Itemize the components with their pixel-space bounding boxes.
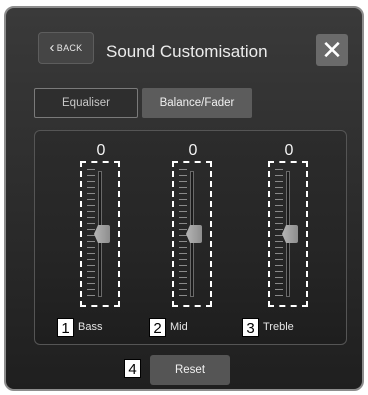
- close-button[interactable]: ✕: [316, 34, 348, 66]
- treble-label-row: 3 Treble: [242, 317, 294, 337]
- back-label: BACK: [56, 43, 83, 53]
- tab-balance-fader[interactable]: Balance/Fader: [142, 88, 252, 118]
- mid-slider[interactable]: [172, 161, 212, 307]
- callout-1-badge: 1: [57, 317, 74, 337]
- mid-label-row: 2 Mid: [149, 317, 188, 337]
- page-title: Sound Customisation: [106, 42, 268, 61]
- bass-slider[interactable]: [80, 161, 120, 307]
- treble-slider[interactable]: [268, 161, 308, 307]
- treble-scale-ticks: [275, 169, 283, 299]
- bass-label: Bass: [78, 321, 103, 333]
- back-button[interactable]: ‹ BACK: [38, 32, 94, 64]
- bass-slider-thumb[interactable]: [94, 225, 110, 243]
- tab-equaliser[interactable]: Equaliser: [34, 88, 138, 118]
- callout-3-badge: 3: [242, 317, 259, 337]
- bass-label-row: 1 Bass: [57, 317, 102, 337]
- chevron-left-icon: ‹: [49, 38, 55, 56]
- callout-4-badge: 4: [124, 359, 141, 378]
- mid-slider-thumb[interactable]: [186, 225, 202, 243]
- bass-value: 0: [96, 142, 106, 159]
- close-icon: ✕: [321, 35, 343, 65]
- reset-button[interactable]: Reset: [150, 355, 230, 385]
- mid-label: Mid: [170, 321, 188, 333]
- callout-2-badge: 2: [149, 317, 166, 337]
- mid-value: 0: [188, 142, 198, 159]
- treble-value: 0: [284, 142, 294, 159]
- mid-scale-ticks: [179, 169, 187, 299]
- treble-label: Treble: [263, 321, 294, 333]
- bass-scale-ticks: [87, 169, 95, 299]
- treble-slider-thumb[interactable]: [282, 225, 298, 243]
